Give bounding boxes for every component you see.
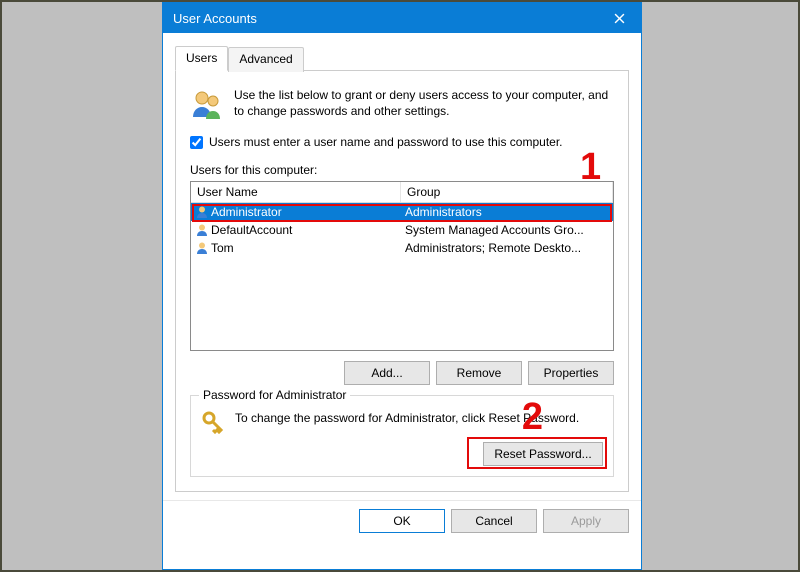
close-icon	[614, 13, 625, 24]
require-login-row: Users must enter a user name and passwor…	[188, 129, 616, 157]
dialog-buttons: OK Cancel Apply	[163, 500, 641, 537]
list-row-defaultaccount[interactable]: DefaultAccount System Managed Accounts G…	[191, 221, 613, 239]
require-login-checkbox[interactable]	[190, 136, 203, 149]
cell-username: Administrator	[211, 205, 282, 219]
properties-button[interactable]: Properties	[528, 361, 614, 385]
client-area: Users Advanced Use the list below to gra…	[163, 33, 641, 496]
cell-group: Administrators; Remote Deskto...	[401, 240, 613, 256]
key-icon	[201, 410, 225, 434]
password-group-legend: Password for Administrator	[199, 388, 350, 402]
ok-button[interactable]: OK	[359, 509, 445, 533]
cell-username: Tom	[211, 241, 234, 255]
user-icon	[195, 205, 209, 219]
user-buttons-row: Add... Remove Properties	[190, 361, 614, 385]
list-header: User Name Group	[191, 182, 613, 203]
password-text: To change the password for Administrator…	[235, 410, 603, 426]
cancel-button[interactable]: Cancel	[451, 509, 537, 533]
users-listbox[interactable]: User Name Group Administrator Administra…	[190, 181, 614, 351]
remove-button[interactable]: Remove	[436, 361, 522, 385]
tab-users-panel: Use the list below to grant or deny user…	[175, 71, 629, 492]
cell-group: Administrators	[401, 204, 613, 220]
reset-button-row: Reset Password...	[201, 442, 603, 466]
user-icon	[195, 241, 209, 255]
page-background: User Accounts Users Advanced	[0, 0, 800, 572]
cell-group: System Managed Accounts Gro...	[401, 222, 613, 238]
tab-advanced[interactable]: Advanced	[228, 47, 303, 72]
col-group[interactable]: Group	[401, 182, 613, 202]
col-username[interactable]: User Name	[191, 182, 401, 202]
reset-password-button[interactable]: Reset Password...	[483, 442, 603, 466]
tabstrip: Users Advanced	[175, 45, 629, 71]
users-list-label: Users for this computer:	[188, 157, 616, 179]
titlebar: User Accounts	[163, 3, 641, 33]
password-row: To change the password for Administrator…	[201, 406, 603, 434]
password-groupbox: Password for Administrator To change the…	[190, 395, 614, 477]
cell-username: DefaultAccount	[211, 223, 292, 237]
users-icon	[190, 87, 224, 121]
add-button[interactable]: Add...	[344, 361, 430, 385]
list-row-tom[interactable]: Tom Administrators; Remote Deskto...	[191, 239, 613, 257]
window-title: User Accounts	[173, 11, 257, 26]
intro-text: Use the list below to grant or deny user…	[234, 87, 614, 119]
tab-users[interactable]: Users	[175, 46, 228, 71]
user-accounts-window: User Accounts Users Advanced	[162, 2, 642, 570]
require-login-label: Users must enter a user name and passwor…	[209, 135, 563, 149]
list-row-administrator[interactable]: Administrator Administrators	[191, 203, 613, 221]
close-button[interactable]	[597, 3, 641, 33]
intro-row: Use the list below to grant or deny user…	[188, 83, 616, 129]
apply-button[interactable]: Apply	[543, 509, 629, 533]
user-icon	[195, 223, 209, 237]
